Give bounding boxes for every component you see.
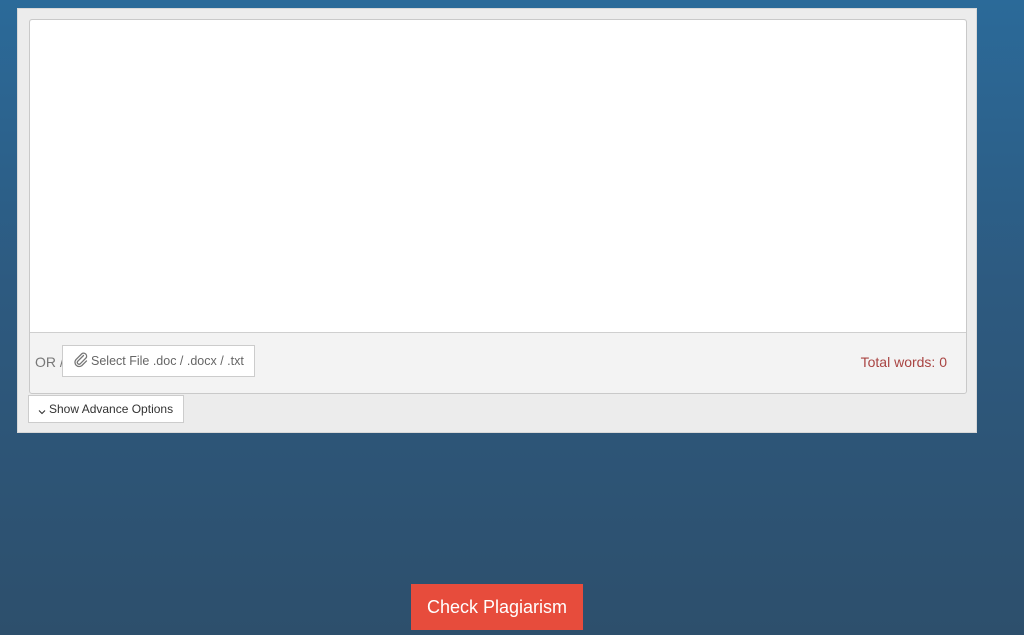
check-plagiarism-label: Check Plagiarism [426, 596, 568, 617]
chevron-down-icon [38, 405, 46, 415]
paperclip-icon [73, 352, 89, 368]
total-words-counter: Total words: 0 [860, 354, 947, 370]
editor-box: OR / Select File .doc / .docx / .txt Tot… [29, 19, 967, 394]
or-label: OR / [35, 354, 64, 370]
check-plagiarism-button[interactable]: Check Plagiarism [411, 584, 583, 630]
select-file-button[interactable]: Select File .doc / .docx / .txt [62, 345, 255, 377]
editor-footer: OR / Select File .doc / .docx / .txt Tot… [30, 333, 966, 393]
show-advance-options-label: Show Advance Options [49, 402, 174, 416]
plagiarism-checker-panel: OR / Select File .doc / .docx / .txt Tot… [17, 8, 977, 433]
text-input-area[interactable] [30, 20, 966, 333]
show-advance-options-button[interactable]: Show Advance Options [28, 395, 185, 423]
select-file-label: Select File .doc / .docx / .txt [91, 354, 244, 368]
